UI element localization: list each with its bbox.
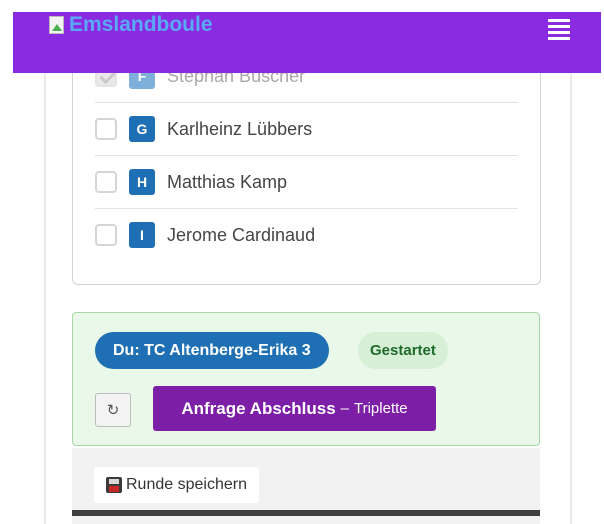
request-completion-button[interactable]: Anfrage Abschluss – Triplette bbox=[153, 386, 436, 431]
player-row[interactable]: G Karlheinz Lübbers bbox=[95, 103, 518, 156]
player-checkbox[interactable] bbox=[95, 171, 117, 193]
page-frame-right bbox=[570, 70, 572, 524]
floppy-disk-icon bbox=[106, 477, 122, 493]
player-row[interactable]: I Jerome Cardinaud bbox=[95, 209, 518, 261]
team-badge: Du: TC Altenberge-Erika 3 bbox=[95, 332, 329, 369]
player-row[interactable]: H Matthias Kamp bbox=[95, 156, 518, 209]
request-button-separator: – bbox=[340, 400, 349, 417]
player-letter-badge: G bbox=[129, 116, 155, 142]
request-button-subtitle: Triplette bbox=[354, 400, 408, 417]
round-actions-area: Runde speichern bbox=[72, 448, 540, 524]
match-status-card: Du: TC Altenberge-Erika 3 Gestartet ↻ An… bbox=[72, 312, 540, 446]
bottom-divider bbox=[72, 510, 540, 516]
save-round-label: Runde speichern bbox=[126, 476, 247, 493]
brand-logo[interactable]: Emslandboule bbox=[47, 12, 213, 38]
broken-image-icon bbox=[47, 14, 69, 36]
hamburger-icon[interactable] bbox=[548, 19, 570, 41]
brand-name: Emslandboule bbox=[69, 13, 213, 36]
app-header: Emslandboule bbox=[13, 12, 601, 73]
request-button-label: Anfrage Abschluss bbox=[181, 398, 336, 418]
player-checkbox[interactable] bbox=[95, 118, 117, 140]
refresh-button[interactable]: ↻ bbox=[95, 393, 131, 427]
status-badge: Gestartet bbox=[358, 332, 448, 369]
player-letter-badge: I bbox=[129, 222, 155, 248]
page-frame-left bbox=[44, 70, 46, 524]
player-name: Jerome Cardinaud bbox=[167, 224, 316, 245]
player-name: Karlheinz Lübbers bbox=[167, 118, 313, 139]
player-name: Matthias Kamp bbox=[167, 171, 288, 192]
refresh-icon: ↻ bbox=[106, 402, 120, 419]
player-list-card: F Stephan Buscher G Karlheinz Lübbers H … bbox=[72, 40, 541, 285]
player-letter-badge: H bbox=[129, 169, 155, 195]
save-round-button[interactable]: Runde speichern bbox=[94, 467, 259, 503]
player-checkbox[interactable] bbox=[95, 224, 117, 246]
